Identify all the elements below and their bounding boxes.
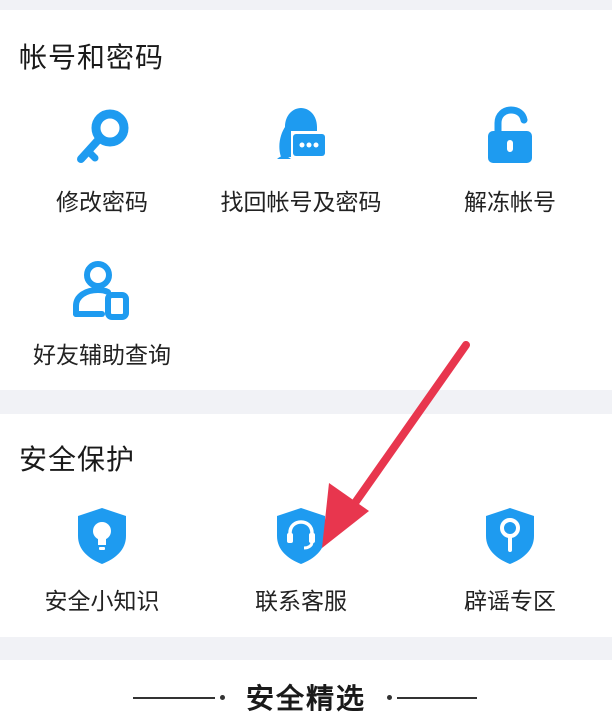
annotation-arrow [322, 341, 470, 548]
